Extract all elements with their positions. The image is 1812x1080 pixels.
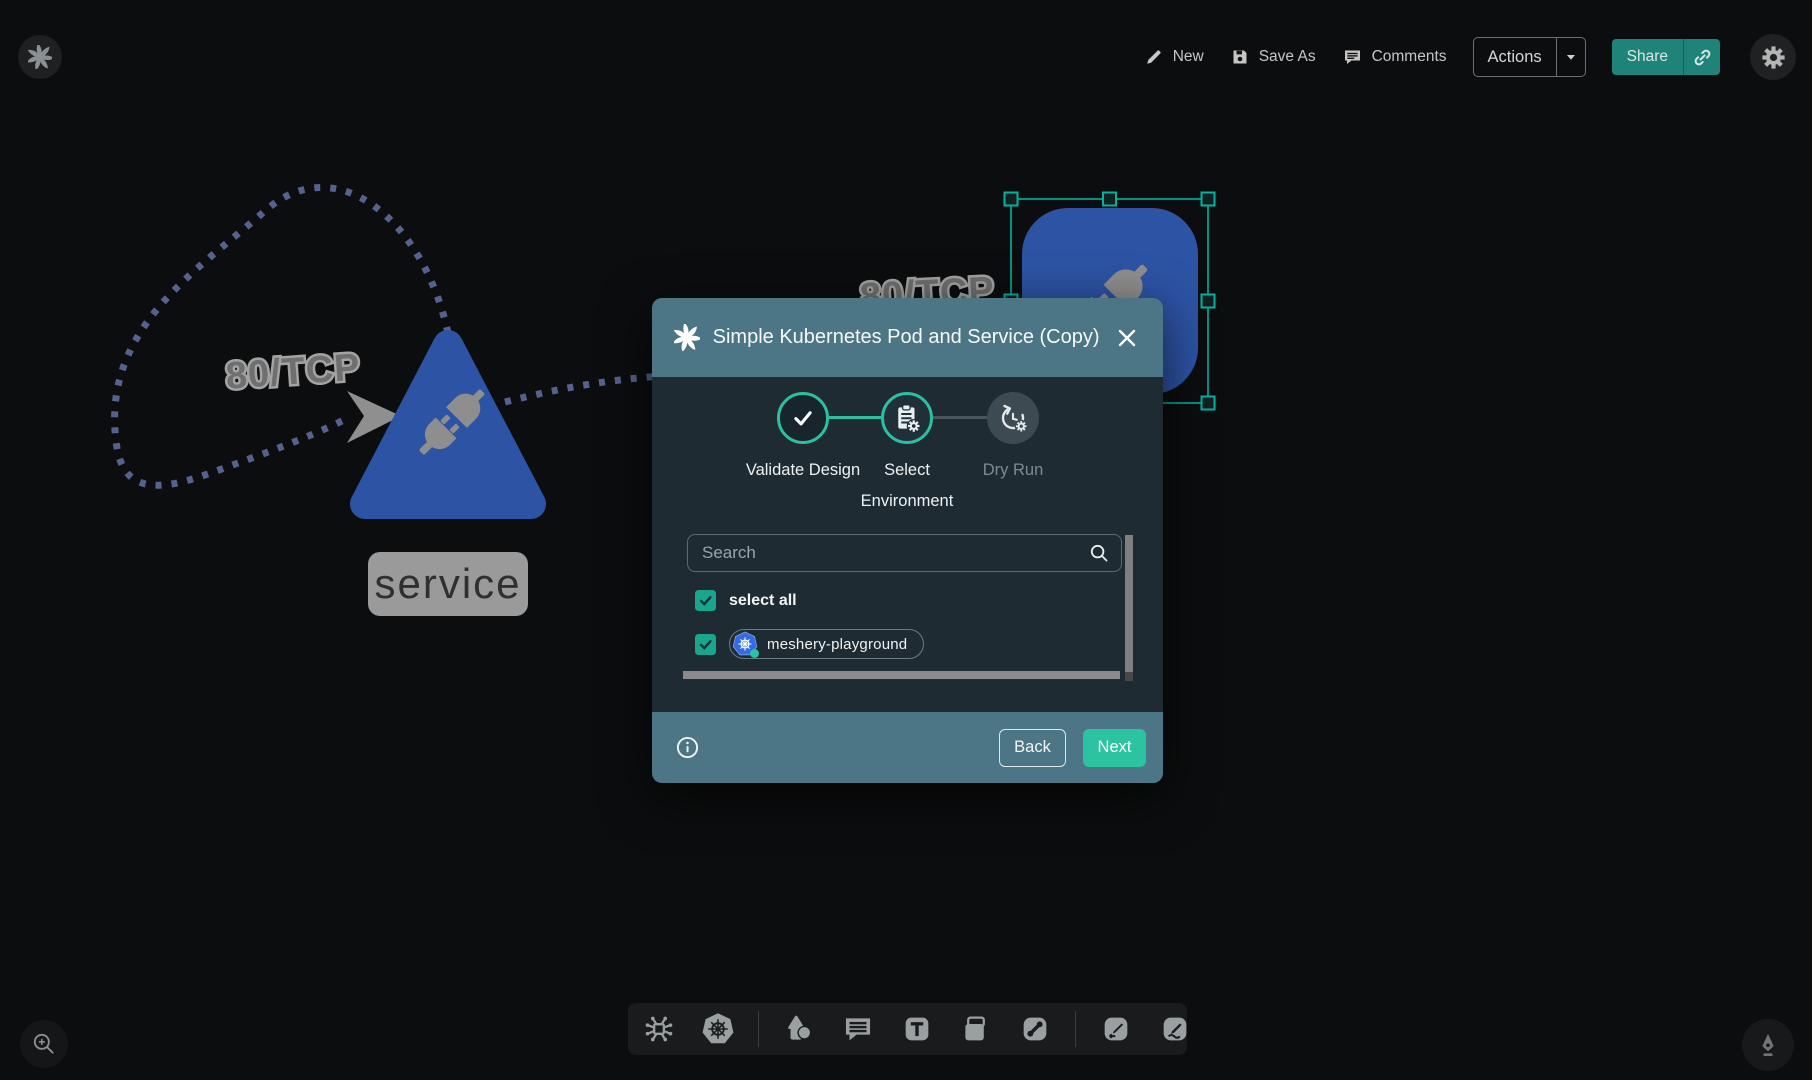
pencil-icon	[1144, 47, 1164, 67]
copy-link-button[interactable]	[1684, 47, 1720, 68]
stepper-connector-upcoming	[933, 416, 987, 419]
components-drawer-button[interactable]	[640, 1010, 678, 1048]
gear-icon	[1761, 45, 1786, 70]
check-icon	[790, 405, 816, 431]
zoom-in-icon	[31, 1031, 57, 1057]
zoom-in-button[interactable]	[20, 1020, 68, 1068]
shapes-icon	[782, 1012, 816, 1046]
connected-status-dot	[750, 649, 759, 658]
select-all-label: select all	[729, 592, 797, 610]
scrollbar-corner	[1125, 672, 1133, 681]
environment-name: meshery-playground	[767, 636, 907, 653]
environment-chip[interactable]: meshery-playground	[729, 629, 924, 659]
sketch-pencil-icon	[1158, 1012, 1192, 1046]
pen-arrow-icon	[1099, 1012, 1133, 1046]
service-node[interactable]	[365, 345, 531, 504]
next-button[interactable]: Next	[1083, 729, 1146, 767]
link-icon	[1692, 47, 1713, 68]
actions-dropdown-button[interactable]	[1557, 49, 1585, 65]
search-icon[interactable]	[1089, 543, 1109, 563]
comment-icon	[1342, 47, 1363, 67]
chevron-down-icon	[1563, 49, 1579, 65]
vertical-scrollbar[interactable]	[1125, 535, 1133, 672]
close-button[interactable]	[1113, 323, 1141, 353]
step-validate-design[interactable]	[777, 392, 829, 444]
environment-search	[687, 534, 1122, 572]
kubernetes-icon	[732, 631, 758, 657]
step-label-dry-run: Dry Run	[953, 455, 1073, 486]
environment-row: meshery-playground	[695, 629, 924, 659]
comment-tool-button[interactable]	[839, 1010, 877, 1048]
annotate-arrow-button[interactable]	[1097, 1010, 1135, 1048]
save-as-button[interactable]: Save As	[1230, 47, 1316, 67]
info-icon[interactable]	[676, 736, 699, 759]
settings-button[interactable]	[1750, 34, 1796, 80]
meshery-design-canvas[interactable]: service 80/TCP 80/TCP	[0, 0, 1812, 1080]
edge-label-port-left: 80/TCP	[224, 346, 361, 397]
check-icon	[697, 636, 714, 653]
modal-footer: Back Next	[652, 712, 1163, 783]
step-label-select-environment: Select Environment	[847, 455, 967, 518]
edge-style-icon	[1018, 1012, 1052, 1046]
comments-label: Comments	[1372, 48, 1447, 66]
comment-icon	[841, 1012, 875, 1046]
meshery-logo-icon	[674, 324, 700, 351]
actions-button[interactable]: Actions	[1473, 37, 1586, 77]
step-label-validate-design: Validate Design	[743, 455, 863, 486]
top-action-bar: New Save As Comments Actions	[1144, 34, 1796, 80]
toolbar-divider	[758, 1011, 759, 1047]
kubernetes-components-button[interactable]	[699, 1010, 737, 1048]
toolbar-divider	[1075, 1011, 1076, 1047]
modal-header: Simple Kubernetes Pod and Service (Copy)	[652, 298, 1163, 377]
actions-label: Actions	[1474, 48, 1556, 67]
svg-text:service: service	[374, 560, 521, 607]
select-all-row: select all	[695, 590, 797, 611]
edge-style-button[interactable]	[1016, 1010, 1054, 1048]
dry-run-history-gear-icon	[998, 403, 1028, 433]
whiteboarding-button[interactable]	[1742, 1019, 1794, 1071]
environment-checkbox[interactable]	[695, 634, 716, 655]
kubernetes-icon	[701, 1012, 735, 1046]
step-select-environment[interactable]	[881, 392, 933, 444]
share-button[interactable]: Share	[1612, 39, 1720, 75]
shapes-button[interactable]	[780, 1010, 818, 1048]
select-all-checkbox[interactable]	[695, 590, 716, 611]
step-dry-run[interactable]	[987, 392, 1039, 444]
pen-nib-icon	[1754, 1031, 1782, 1059]
clipboard-gear-icon	[892, 403, 922, 433]
deploy-design-modal: Simple Kubernetes Pod and Service (Copy)	[652, 298, 1163, 783]
meshery-logo-icon	[28, 45, 52, 69]
sticky-note-button[interactable]	[957, 1010, 995, 1048]
comments-button[interactable]: Comments	[1342, 47, 1447, 67]
check-icon	[697, 592, 714, 609]
text-icon	[900, 1012, 934, 1046]
share-label: Share	[1612, 48, 1683, 66]
new-button[interactable]: New	[1144, 47, 1204, 67]
service-node-label: service	[368, 552, 528, 616]
meshery-menu-button[interactable]	[18, 35, 62, 79]
save-as-label: Save As	[1259, 48, 1316, 66]
sticky-note-icon	[959, 1012, 993, 1046]
modal-title: Simple Kubernetes Pod and Service (Copy)	[713, 326, 1100, 349]
new-label: New	[1173, 48, 1204, 66]
horizontal-scrollbar[interactable]	[683, 671, 1120, 679]
circuit-components-icon	[642, 1012, 676, 1046]
floppy-save-icon	[1230, 47, 1250, 67]
modal-body: Validate Design Select Environment Dry R…	[652, 377, 1163, 712]
text-tool-button[interactable]	[898, 1010, 936, 1048]
close-icon	[1116, 327, 1138, 349]
stepper-connector-done	[829, 416, 881, 419]
back-button[interactable]: Back	[999, 729, 1066, 767]
canvas-toolbar	[628, 1003, 1187, 1055]
freehand-draw-button[interactable]	[1156, 1010, 1194, 1048]
search-input[interactable]	[688, 543, 1089, 563]
